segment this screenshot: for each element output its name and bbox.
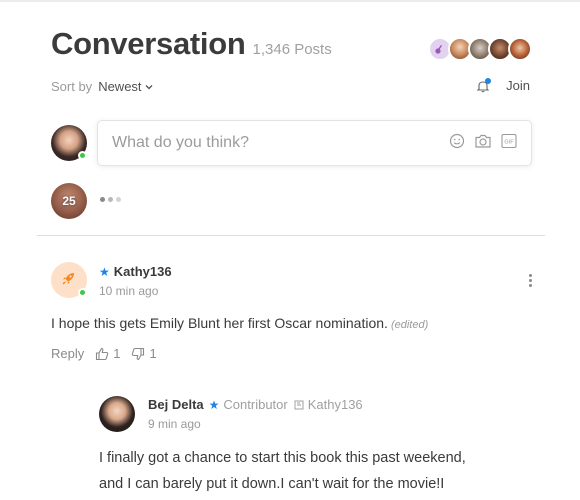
typing-dot — [116, 197, 121, 202]
online-status-dot — [78, 288, 87, 297]
participant-avatars[interactable] — [428, 37, 532, 61]
typing-users-avatar: 25 — [51, 183, 87, 219]
comment-avatar[interactable] — [51, 262, 87, 298]
comment-author: Bej Delta ★ Contributor Kathy136 — [148, 397, 363, 412]
comment-body: I hope this gets Emily Blunt her first O… — [51, 315, 428, 331]
post-count: 1,346 Posts — [252, 41, 332, 58]
gif-icon[interactable]: GIF — [501, 133, 517, 154]
comment-actions: Reply 1 1 — [51, 346, 157, 361]
conversation-header: Conversation 1,346 Posts — [51, 26, 332, 62]
divider — [37, 235, 545, 236]
comment-username[interactable]: Bej Delta — [148, 397, 204, 412]
like-button[interactable]: 1 — [95, 346, 120, 361]
reply-to[interactable]: Kathy136 — [294, 397, 363, 412]
bell-icon — [476, 77, 492, 93]
join-button[interactable]: Join — [476, 77, 530, 93]
dislike-count: 1 — [149, 346, 157, 361]
reply-to-username: Kathy136 — [307, 397, 363, 412]
page-title: Conversation — [51, 26, 246, 61]
comment-time: 10 min ago — [99, 284, 159, 298]
thumbs-down-icon — [132, 347, 145, 360]
comment-avatar[interactable] — [99, 396, 135, 432]
typing-dot — [108, 197, 113, 202]
comment-body: I finally got a chance to start this boo… — [99, 445, 519, 497]
camera-icon[interactable] — [474, 133, 492, 154]
more-options-icon[interactable] — [529, 274, 532, 287]
comment-text: I hope this gets Emily Blunt her first O… — [51, 315, 388, 331]
star-icon: ★ — [208, 397, 220, 412]
emoji-icon[interactable] — [449, 133, 465, 154]
comment-text-line: and I can barely put it down.I can't wai… — [99, 476, 445, 492]
comment-username[interactable]: Kathy136 — [114, 264, 172, 279]
typing-indicator — [100, 197, 121, 202]
edited-label: (edited) — [390, 319, 429, 331]
typing-count: 25 — [62, 194, 76, 208]
current-user-avatar — [51, 125, 87, 161]
notification-dot — [485, 77, 492, 84]
star-icon: ★ — [99, 264, 110, 279]
reply-label: Reply — [51, 346, 85, 361]
rocket-icon — [60, 269, 78, 292]
comment-text-line: I finally got a chance to start this boo… — [99, 450, 466, 466]
dislike-button[interactable]: 1 — [131, 346, 157, 361]
sort-label: Sort by — [51, 79, 93, 94]
reply-button[interactable]: Reply — [51, 346, 84, 361]
like-count: 1 — [113, 346, 121, 361]
contributor-badge: Contributor — [223, 397, 288, 412]
comment-author: ★ Kathy136 — [99, 264, 172, 279]
comment-time: 9 min ago — [148, 417, 201, 431]
thumbs-up-icon — [96, 347, 109, 360]
online-status-dot — [78, 151, 87, 160]
svg-text:GIF: GIF — [504, 139, 514, 145]
join-label: Join — [506, 78, 530, 93]
top-border — [0, 0, 580, 2]
sort-control[interactable]: Sort by Newest — [51, 79, 153, 94]
comment-placeholder: What do you think? — [112, 134, 249, 151]
chevron-down-icon — [145, 84, 153, 90]
reply-arrow-icon — [294, 400, 304, 409]
typing-dot — [100, 197, 105, 202]
comment-input[interactable]: What do you think? GIF — [97, 120, 532, 166]
sort-value[interactable]: Newest — [98, 79, 141, 94]
participant-avatar — [508, 37, 532, 61]
